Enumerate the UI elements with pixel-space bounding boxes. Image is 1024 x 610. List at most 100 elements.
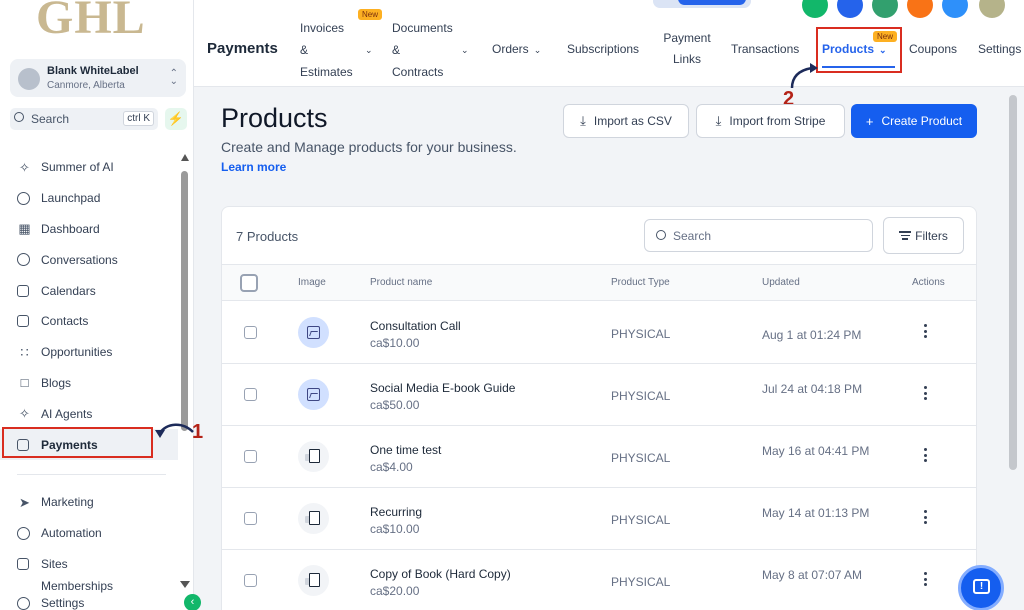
tab-orders[interactable]: Orders ⌄ xyxy=(492,38,541,61)
sidebar-item-label: Calendars xyxy=(41,283,96,298)
product-type: PHYSICAL xyxy=(611,575,671,589)
row-checkbox[interactable] xyxy=(244,512,257,525)
support-chat-button[interactable]: ! xyxy=(958,565,1004,610)
sidebar-item-contacts[interactable]: Contacts xyxy=(0,306,178,337)
sidebar-search[interactable]: Search ctrl K xyxy=(10,108,158,130)
tab-payment-links[interactable]: Payment Links xyxy=(662,28,712,70)
product-name[interactable]: Social Media E-book Guide xyxy=(370,381,515,395)
table-row[interactable]: Copy of Book (Hard Copy) ca$20.00 PHYSIC… xyxy=(222,550,976,610)
product-search-input[interactable]: Search xyxy=(644,219,873,252)
chevron-down-icon: ⌄ xyxy=(461,45,469,55)
main-scrollbar[interactable] xyxy=(1009,95,1017,470)
keyboard-shortcut: ctrl K xyxy=(123,111,154,126)
filters-button[interactable]: Filters xyxy=(883,217,964,254)
tab-label: Orders xyxy=(492,42,529,56)
collapse-sidebar-icon[interactable]: ‹ xyxy=(184,594,201,610)
sidebar-item-label: Memberships xyxy=(41,579,114,594)
tab-label: Contracts xyxy=(392,65,444,79)
curved-arrow-icon xyxy=(155,423,194,438)
product-type: PHYSICAL xyxy=(611,327,671,341)
new-badge: New xyxy=(358,9,383,20)
tab-documents-contracts[interactable]: Documents & Contracts xyxy=(392,17,453,83)
page-subtitle: Create and Manage products for your busi… xyxy=(221,139,517,155)
more-actions-icon[interactable] xyxy=(924,324,928,341)
sidebar-item-blogs[interactable]: □ Blogs xyxy=(0,368,178,399)
help-icon[interactable] xyxy=(872,0,898,18)
product-name[interactable]: Copy of Book (Hard Copy) xyxy=(370,567,511,581)
import-stripe-button[interactable]: ⤓ Import from Stripe xyxy=(696,104,845,138)
tab-subscriptions[interactable]: Subscriptions xyxy=(567,38,639,60)
sidebar-search-label: Search xyxy=(31,112,70,126)
more-actions-icon[interactable] xyxy=(924,386,928,403)
scroll-up-arrow-icon[interactable] xyxy=(181,154,189,161)
sidebar: GHL Blank WhiteLabel Canmore, Alberta ⌃ ⌄… xyxy=(0,0,194,610)
product-updated: May 16 at 04:41 PM xyxy=(762,444,870,458)
sidebar-item-settings[interactable]: Settings xyxy=(0,593,178,610)
tab-invoices-estimates[interactable]: Invoices & Estimates xyxy=(300,17,353,83)
avatar[interactable] xyxy=(979,0,1005,18)
select-all-checkbox[interactable] xyxy=(240,274,258,292)
column-header-type[interactable]: Product Type xyxy=(611,277,670,288)
product-image-placeholder-icon xyxy=(298,317,329,348)
table-row[interactable]: Consultation Call ca$10.00 PHYSICAL Aug … xyxy=(222,302,976,364)
tab-settings[interactable]: Settings xyxy=(978,38,1021,60)
column-header-updated[interactable]: Updated xyxy=(762,277,800,288)
tab-label: Coupons xyxy=(909,42,958,56)
tab-transactions[interactable]: Transactions xyxy=(731,38,799,60)
sidebar-item-summer-of-ai[interactable]: ✧ Summer of AI xyxy=(0,152,178,183)
table-row[interactable]: Recurring ca$10.00 PHYSICAL May 14 at 01… xyxy=(222,488,976,550)
sidebar-item-label: Opportunities xyxy=(41,345,113,360)
sidebar-item-launchpad[interactable]: Launchpad xyxy=(0,183,178,214)
tab-label: Payment xyxy=(663,31,711,45)
product-image xyxy=(298,503,329,534)
download-icon: ⤓ xyxy=(715,113,722,128)
apps-icon[interactable] xyxy=(942,0,968,18)
quick-action-bolt-icon[interactable]: ⚡ xyxy=(165,108,187,130)
product-count: 7 Products xyxy=(236,229,299,244)
column-header-name[interactable]: Product name xyxy=(370,277,432,288)
tab-coupons[interactable]: Coupons xyxy=(909,38,957,60)
brand-logo[interactable]: GHL xyxy=(36,0,146,45)
sidebar-item-sites[interactable]: Sites xyxy=(0,549,178,580)
button-label: Import from Stripe xyxy=(729,114,826,128)
button-label: Create Product xyxy=(881,114,963,128)
column-header-image: Image xyxy=(298,277,326,288)
updates-icon[interactable] xyxy=(907,0,933,18)
notification-icon[interactable] xyxy=(837,0,863,18)
sidebar-item-opportunities[interactable]: ∷ Opportunities xyxy=(0,337,178,368)
product-name[interactable]: Consultation Call xyxy=(370,319,461,333)
row-checkbox[interactable] xyxy=(244,450,257,463)
sidebar-item-dashboard[interactable]: ▦ Dashboard xyxy=(0,214,178,245)
more-actions-icon[interactable] xyxy=(924,572,928,589)
sidebar-item-conversations[interactable]: Conversations xyxy=(0,244,178,275)
product-price: ca$4.00 xyxy=(370,460,413,474)
more-actions-icon[interactable] xyxy=(924,448,928,465)
create-product-button[interactable]: + Create Product xyxy=(851,104,977,138)
tab-label: Settings xyxy=(978,42,1022,56)
sidebar-item-marketing[interactable]: ➤ Marketing xyxy=(0,487,178,518)
sidebar-scrollbar[interactable] xyxy=(181,171,188,431)
row-checkbox[interactable] xyxy=(244,326,257,339)
table-row[interactable]: Social Media E-book Guide ca$50.00 PHYSI… xyxy=(222,364,976,426)
product-name[interactable]: One time test xyxy=(370,443,441,457)
more-actions-icon[interactable] xyxy=(924,510,928,527)
account-switcher[interactable]: Blank WhiteLabel Canmore, Alberta ⌃ ⌄ xyxy=(10,59,186,97)
import-csv-button[interactable]: ⤓ Import as CSV xyxy=(563,104,689,138)
product-name[interactable]: Recurring xyxy=(370,505,422,519)
sidebar-item-calendars[interactable]: Calendars xyxy=(0,275,178,306)
table-row[interactable]: One time test ca$4.00 PHYSICAL May 16 at… xyxy=(222,426,976,488)
row-checkbox[interactable] xyxy=(244,388,257,401)
row-checkbox[interactable] xyxy=(244,574,257,587)
scroll-down-arrow-icon[interactable] xyxy=(180,581,190,588)
quick-call-icon[interactable] xyxy=(802,0,828,18)
sidebar-item-ai-agents[interactable]: ✧ AI Agents xyxy=(0,398,178,429)
sidebar-item-memberships[interactable]: Memberships xyxy=(0,579,178,593)
plus-icon: + xyxy=(865,113,874,129)
search-icon xyxy=(14,112,24,122)
top-pill-button[interactable] xyxy=(678,0,746,5)
product-price: ca$10.00 xyxy=(370,522,420,536)
sidebar-item-automation[interactable]: Automation xyxy=(0,518,178,549)
learn-more-link[interactable]: Learn more xyxy=(221,160,286,174)
chat-icon xyxy=(17,253,30,267)
gear-icon xyxy=(17,596,30,610)
